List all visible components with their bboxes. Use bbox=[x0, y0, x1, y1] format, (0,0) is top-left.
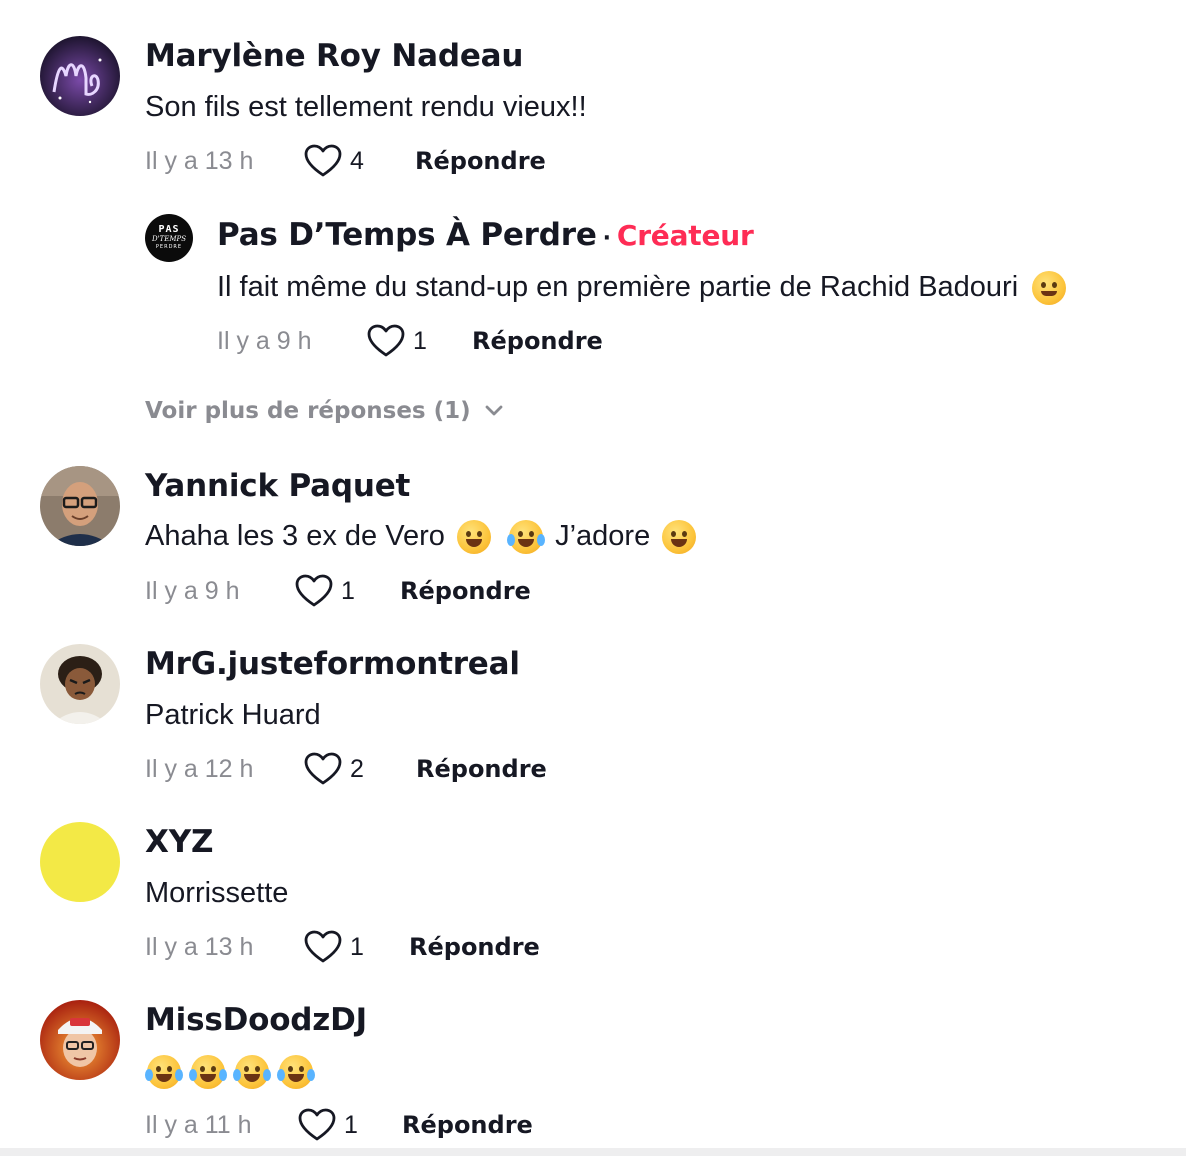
comment-text: Ahaha les 3 ex de Vero bbox=[145, 520, 445, 552]
reply-button[interactable]: Répondre bbox=[415, 147, 546, 175]
like-button[interactable]: 1 bbox=[298, 1108, 358, 1142]
avatar-logo-text: PAS bbox=[158, 224, 180, 235]
avatar-logo-text: D'TEMPS bbox=[152, 235, 186, 243]
tears-of-joy-emoji bbox=[233, 1055, 271, 1090]
comment-text: Morrissette bbox=[145, 877, 289, 909]
tears-of-joy-emoji bbox=[189, 1055, 227, 1090]
squinting-laugh-emoji bbox=[662, 520, 697, 555]
like-button[interactable]: 1 bbox=[304, 930, 364, 964]
heart-icon bbox=[367, 324, 405, 357]
heart-icon bbox=[304, 752, 342, 785]
avatar-logo-text: PERDRE bbox=[155, 244, 183, 250]
timestamp: Il y a 13 h bbox=[145, 147, 254, 175]
heart-icon bbox=[304, 144, 342, 177]
username[interactable]: MrG.justeformontreal bbox=[145, 646, 520, 682]
creator-badge: Créateur bbox=[616, 219, 754, 252]
view-more-label: Voir plus de réponses (1) bbox=[145, 398, 471, 424]
heart-icon bbox=[304, 930, 342, 963]
avatar[interactable] bbox=[40, 644, 120, 724]
like-count: 1 bbox=[413, 326, 427, 355]
avatar[interactable] bbox=[40, 466, 120, 546]
grinning-sweat-emoji bbox=[456, 520, 491, 555]
smiling-face-emoji bbox=[1032, 271, 1067, 306]
avatar[interactable] bbox=[40, 822, 120, 902]
timestamp: Il y a 9 h bbox=[145, 577, 240, 605]
username[interactable]: Yannick Paquet bbox=[145, 468, 410, 504]
heart-icon bbox=[298, 1108, 336, 1141]
comment-text-line: Ahaha les 3 ex de Vero J’adore bbox=[145, 520, 698, 555]
comment-text: J’adore bbox=[555, 520, 651, 552]
username[interactable]: Marylène Roy Nadeau bbox=[145, 38, 523, 74]
reply-button[interactable]: Répondre bbox=[409, 933, 540, 961]
like-count: 1 bbox=[344, 1110, 358, 1139]
reply-button[interactable]: Répondre bbox=[402, 1111, 533, 1139]
reply-button[interactable]: Répondre bbox=[472, 327, 603, 355]
like-count: 2 bbox=[350, 754, 364, 783]
timestamp: Il y a 9 h bbox=[217, 327, 312, 355]
bottom-divider bbox=[0, 1148, 1186, 1156]
avatar[interactable] bbox=[40, 1000, 120, 1080]
timestamp: Il y a 12 h bbox=[145, 755, 254, 783]
like-button[interactable]: 1 bbox=[367, 324, 427, 358]
username[interactable]: MissDoodzDJ bbox=[145, 1002, 367, 1038]
heart-icon bbox=[295, 574, 333, 607]
timestamp: Il y a 11 h bbox=[145, 1111, 252, 1139]
like-count: 1 bbox=[350, 932, 364, 961]
comment-text: Il fait même du stand-up en première par… bbox=[217, 271, 1019, 303]
chevron-down-icon bbox=[485, 405, 503, 416]
creator-username-line: Pas D’Temps À Perdre · Créateur bbox=[217, 217, 754, 253]
comment-text-line: Il fait même du stand-up en première par… bbox=[217, 271, 1068, 306]
like-count: 4 bbox=[350, 146, 364, 175]
like-button[interactable]: 4 bbox=[304, 144, 364, 178]
comment-emoji-line bbox=[145, 1055, 315, 1090]
like-count: 1 bbox=[341, 576, 355, 605]
tears-of-joy-emoji bbox=[145, 1055, 183, 1090]
timestamp: Il y a 13 h bbox=[145, 933, 254, 961]
reply-button[interactable]: Répondre bbox=[416, 755, 547, 783]
reply-button[interactable]: Répondre bbox=[400, 577, 531, 605]
avatar[interactable] bbox=[40, 36, 120, 116]
like-button[interactable]: 1 bbox=[295, 574, 355, 608]
comment-text: Patrick Huard bbox=[145, 699, 321, 731]
like-button[interactable]: 2 bbox=[304, 752, 364, 786]
username[interactable]: XYZ bbox=[145, 824, 213, 860]
comment-text: Son fils est tellement rendu vieux!! bbox=[145, 91, 587, 123]
tears-of-joy-emoji bbox=[507, 520, 546, 555]
username[interactable]: Pas D’Temps À Perdre bbox=[217, 217, 597, 253]
tears-of-joy-emoji bbox=[277, 1055, 315, 1090]
creator-avatar[interactable]: PAS D'TEMPS PERDRE bbox=[145, 214, 193, 262]
view-more-replies-button[interactable]: Voir plus de réponses (1) bbox=[145, 398, 503, 424]
separator-dot: · bbox=[602, 226, 611, 251]
